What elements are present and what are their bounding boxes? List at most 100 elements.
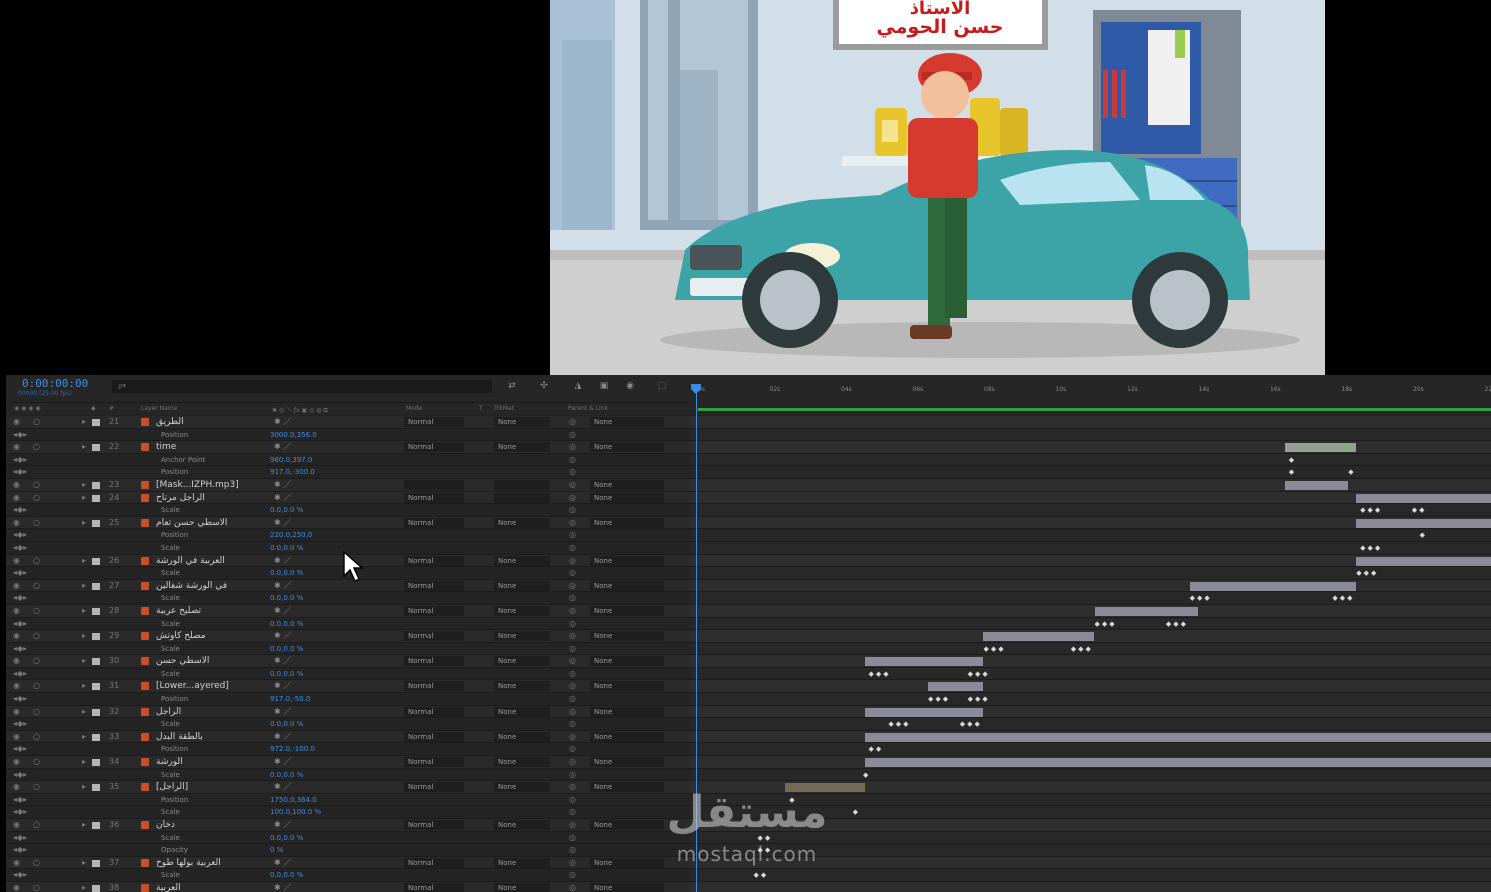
- layer-name[interactable]: دخان: [156, 820, 175, 830]
- blend-mode-select[interactable]: Normal: [404, 492, 464, 503]
- track-matte-select[interactable]: None: [494, 631, 550, 642]
- twirl-arrow-icon[interactable]: ▸: [82, 757, 86, 767]
- track-row[interactable]: ◆◆: [690, 466, 1491, 479]
- twirl-arrow-icon[interactable]: ▸: [82, 858, 86, 868]
- keyframe-nav-icon[interactable]: ◂◆▸: [13, 593, 27, 603]
- pickwhip-icon[interactable]: ◎: [569, 631, 576, 641]
- keyframe-icon[interactable]: ◆◆◆: [1095, 620, 1117, 628]
- track-row[interactable]: [690, 478, 1491, 492]
- solo-icon[interactable]: ○: [33, 820, 40, 830]
- track-row[interactable]: ◆◆◆ ◆◆◆: [690, 642, 1491, 656]
- keyframe-icon[interactable]: ◆◆: [754, 871, 769, 879]
- visibility-eye-icon[interactable]: ◉: [13, 656, 20, 666]
- property-row[interactable]: ◂◆▸ Anchor Point 960.0,397.0 ◎: [6, 453, 696, 467]
- expression-pickwhip-icon[interactable]: ◎: [569, 744, 576, 754]
- keyframe-icon[interactable]: ◆◆◆: [868, 670, 890, 678]
- visibility-eye-icon[interactable]: ◉: [13, 442, 20, 452]
- property-row[interactable]: ◂◆▸ Scale 0.0,0.0 % ◎: [6, 642, 696, 656]
- layer-duration-bar[interactable]: [1356, 556, 1491, 566]
- track-matte-select[interactable]: None: [494, 417, 550, 427]
- solo-icon[interactable]: ○: [33, 493, 40, 503]
- visibility-eye-icon[interactable]: ◉: [13, 493, 20, 503]
- property-value[interactable]: 917.0,-50.0: [270, 694, 310, 704]
- track-matte-select[interactable]: None: [494, 757, 550, 768]
- layer-name[interactable]: [Lower...ayered]: [156, 681, 229, 691]
- layer-row[interactable]: ◉ ○ ▸ 37 العربية بولها طوخ ✱ ／ Normal No…: [6, 856, 696, 870]
- layer-name[interactable]: الراجل مرتاح: [156, 493, 205, 503]
- property-value[interactable]: 220.0,250.0: [270, 530, 312, 540]
- expression-pickwhip-icon[interactable]: ◎: [569, 694, 576, 704]
- layer-duration-bar[interactable]: [1356, 518, 1491, 528]
- time-ruler[interactable]: 0s 02s 04s 06s 08s 10s 12s 14s 16s 18s 20s 22: [690, 375, 1491, 403]
- layer-switches-icons[interactable]: ✱ ／: [274, 732, 291, 742]
- property-row[interactable]: ◂◆▸ Position 917.0,-50.0 ◎: [6, 693, 696, 706]
- layer-switches-icons[interactable]: ✱ ／: [274, 883, 291, 892]
- track-row[interactable]: [690, 705, 1491, 719]
- keyframe-icon[interactable]: ◆: [1348, 468, 1355, 476]
- layer-switches-icons[interactable]: ✱ ／: [274, 656, 291, 666]
- layer-name[interactable]: في الورشة شغالين: [156, 581, 227, 591]
- pickwhip-icon[interactable]: ◎: [569, 556, 576, 566]
- keyframe-nav-icon[interactable]: ◂◆▸: [13, 505, 27, 515]
- solo-icon[interactable]: ○: [33, 782, 40, 792]
- keyframe-icon[interactable]: ◆: [863, 771, 870, 779]
- track-matte-select[interactable]: None: [494, 605, 550, 616]
- keyframe-icon[interactable]: ◆◆◆: [1071, 645, 1093, 653]
- blend-mode-select[interactable]: Normal: [404, 782, 464, 793]
- pickwhip-icon[interactable]: ◎: [569, 581, 576, 591]
- keyframe-icon[interactable]: ◆◆◆: [1360, 544, 1382, 552]
- twirl-arrow-icon[interactable]: ▸: [82, 732, 86, 742]
- label-color-swatch[interactable]: [92, 683, 100, 691]
- track-matte-select[interactable]: None: [494, 580, 550, 591]
- keyframe-icon[interactable]: ◆◆◆: [1166, 620, 1188, 628]
- track-row[interactable]: [690, 579, 1491, 593]
- track-matte-select[interactable]: None: [494, 681, 550, 692]
- keyframe-icon[interactable]: ◆◆◆: [928, 695, 950, 703]
- layer-row[interactable]: ◉ ○ ▸ 24 الراجل مرتاح ✱ ／ Normal ◎ None: [6, 491, 696, 505]
- label-color-swatch[interactable]: [92, 708, 100, 716]
- layer-duration-bar[interactable]: [1189, 581, 1357, 591]
- track-matte-select[interactable]: None: [494, 782, 550, 793]
- layer-duration-bar[interactable]: [1284, 480, 1349, 490]
- property-row[interactable]: ◂◆▸ Scale 0.0,0.0 % ◎: [6, 504, 696, 517]
- layer-name[interactable]: تصليح عربية: [156, 606, 201, 616]
- layer-name[interactable]: الاسطي حسن: [156, 656, 209, 666]
- layer-switches-icons[interactable]: ✱ ／: [274, 480, 291, 490]
- keyframe-nav-icon[interactable]: ◂◆▸: [13, 719, 27, 729]
- solo-icon[interactable]: ○: [33, 417, 40, 427]
- track-row[interactable]: [690, 491, 1491, 505]
- layer-duration-bar[interactable]: [1356, 493, 1491, 503]
- pickwhip-icon[interactable]: ◎: [569, 681, 576, 691]
- property-row[interactable]: ◂◆▸ Scale 100.0,100.0 % ◎: [6, 806, 696, 819]
- property-row[interactable]: ◂◆▸ Scale 0.0,0.0 % ◎: [6, 592, 696, 605]
- expression-pickwhip-icon[interactable]: ◎: [569, 669, 576, 679]
- expression-pickwhip-icon[interactable]: ◎: [569, 644, 576, 654]
- keyframe-icon[interactable]: ◆: [1289, 456, 1296, 464]
- layer-duration-bar[interactable]: [1094, 606, 1198, 616]
- layer-row[interactable]: ◉ ○ ▸ 28 تصليح عربية ✱ ／ Normal None ◎ N…: [6, 604, 696, 618]
- track-row[interactable]: ◆: [690, 529, 1491, 542]
- frame-blending-icon[interactable]: ▣: [598, 381, 610, 391]
- blend-mode-select[interactable]: Normal: [404, 757, 464, 768]
- blend-mode-select[interactable]: Normal: [404, 706, 464, 717]
- property-value[interactable]: 0.0,0.0 %: [270, 505, 303, 515]
- twirl-arrow-icon[interactable]: ▸: [82, 417, 86, 427]
- keyframe-icon[interactable]: ◆◆: [868, 745, 883, 753]
- twirl-arrow-icon[interactable]: ▸: [82, 442, 86, 452]
- composition-preview[interactable]: الاستاذ حسن الحومي: [550, 0, 1325, 375]
- track-row[interactable]: [690, 881, 1491, 892]
- parent-select[interactable]: None: [590, 605, 664, 616]
- parent-select[interactable]: None: [590, 479, 664, 490]
- visibility-eye-icon[interactable]: ◉: [13, 417, 20, 427]
- visibility-eye-icon[interactable]: ◉: [13, 757, 20, 767]
- property-value[interactable]: 0.0,0.0 %: [270, 543, 303, 553]
- layer-name[interactable]: الطريق: [156, 417, 184, 427]
- property-value[interactable]: 100.0,100.0 %: [270, 807, 321, 817]
- pickwhip-icon[interactable]: ◎: [569, 606, 576, 616]
- track-matte-select[interactable]: None: [494, 820, 550, 830]
- track-matte-select[interactable]: [494, 479, 550, 490]
- track-row[interactable]: [690, 730, 1491, 744]
- layer-duration-bar[interactable]: [927, 682, 984, 692]
- keyframe-nav-icon[interactable]: ◂◆▸: [13, 619, 27, 629]
- property-row[interactable]: ◂◆▸ Opacity 0 % ◎: [6, 844, 696, 857]
